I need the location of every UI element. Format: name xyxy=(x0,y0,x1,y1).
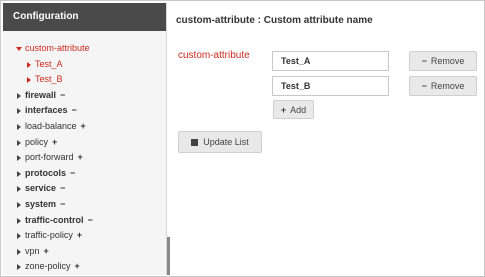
tree-item-vpn[interactable]: vpn + xyxy=(3,244,166,260)
expand-plus-icon[interactable]: + xyxy=(75,261,80,271)
expand-plus-icon[interactable]: + xyxy=(78,152,83,162)
caret-right-icon[interactable] xyxy=(17,92,21,99)
tree-item-label: interfaces xyxy=(25,105,68,116)
caret-right-icon[interactable] xyxy=(17,170,21,177)
collapse-minus-icon[interactable]: − xyxy=(60,90,65,100)
remove-label: Remove xyxy=(430,81,465,91)
tree-item-system[interactable]: system − xyxy=(3,197,166,213)
update-list-button[interactable]: Update List xyxy=(178,131,262,153)
collapse-minus-icon[interactable]: − xyxy=(72,105,77,115)
tree-item-label: load-balance xyxy=(25,120,77,131)
tree-item-test-b[interactable]: Test_B xyxy=(3,72,166,88)
caret-right-icon[interactable] xyxy=(17,123,21,130)
caret-right-icon[interactable] xyxy=(17,248,21,255)
tree-item-interfaces[interactable]: interfaces − xyxy=(3,103,166,119)
tree-item-zone-policy[interactable]: zone-policy + xyxy=(3,259,166,275)
tree-item-label: traffic-control xyxy=(25,214,84,225)
remove-test-a-button[interactable]: − Remove xyxy=(409,51,477,71)
add-button[interactable]: + Add xyxy=(273,100,314,119)
plus-icon: + xyxy=(280,105,287,115)
add-label: Add xyxy=(290,105,307,115)
tree-item-label: service xyxy=(25,183,57,194)
caret-right-icon[interactable] xyxy=(17,201,21,208)
remove-label: Remove xyxy=(430,56,465,66)
tree-item-traffic-policy[interactable]: traffic-policy + xyxy=(3,228,166,244)
tree-item-port-forward[interactable]: port-forward + xyxy=(3,150,166,166)
tree-item-service[interactable]: service − xyxy=(3,181,166,197)
caret-right-icon[interactable] xyxy=(17,217,21,224)
app-window: Configuration custom-attribute Test_A Test… xyxy=(0,0,485,277)
caret-right-icon[interactable] xyxy=(27,61,31,68)
tree-item-policy[interactable]: policy + xyxy=(3,135,166,151)
tree-item-test-a[interactable]: Test_A xyxy=(3,57,166,73)
save-icon xyxy=(191,139,199,146)
tree-item-label: custom-attribute xyxy=(25,43,90,53)
tree-item-label: Test_A xyxy=(35,58,63,69)
caret-right-icon[interactable] xyxy=(17,155,21,162)
main-panel: custom-attribute : Custom attribute name… xyxy=(176,3,482,275)
collapse-minus-icon[interactable]: − xyxy=(60,199,65,209)
sidebar-title: Configuration xyxy=(3,3,166,31)
sidebar-scrollbar[interactable] xyxy=(167,237,170,275)
collapse-minus-icon[interactable]: − xyxy=(88,215,93,225)
expand-plus-icon[interactable]: + xyxy=(81,121,86,131)
tree-item-label: Test_B xyxy=(35,74,63,85)
minus-icon: − xyxy=(421,81,427,91)
page-title: custom-attribute : Custom attribute name xyxy=(176,15,373,26)
caret-right-icon[interactable] xyxy=(17,139,21,146)
tree-item-load-balance[interactable]: load-balance + xyxy=(3,119,166,135)
caret-right-icon[interactable] xyxy=(17,108,21,115)
tree-item-label: policy xyxy=(25,136,49,147)
value-field-test-a[interactable]: Test_A xyxy=(272,51,389,71)
configuration-sidebar: Configuration custom-attribute Test_A Test… xyxy=(3,3,167,275)
config-tree: custom-attribute Test_A Test_B firewall − int… xyxy=(3,31,166,275)
tree-item-label: traffic-policy xyxy=(25,230,73,241)
tree-item-label: zone-policy xyxy=(25,261,71,272)
collapse-minus-icon[interactable]: − xyxy=(70,168,75,178)
tree-item-label: vpn xyxy=(25,245,40,256)
value-field-test-b[interactable]: Test_B xyxy=(272,76,389,96)
expand-plus-icon[interactable]: + xyxy=(44,246,49,256)
minus-icon: − xyxy=(421,56,427,66)
collapse-minus-icon[interactable]: − xyxy=(60,183,65,193)
tree-item-label: protocols xyxy=(25,167,67,178)
tree-item-traffic-control[interactable]: traffic-control − xyxy=(3,213,166,229)
tree-item-custom-attribute[interactable]: custom-attribute xyxy=(3,41,166,57)
tree-item-label: port-forward xyxy=(25,152,74,163)
tree-item-label: firewall xyxy=(25,89,57,100)
expand-plus-icon[interactable]: + xyxy=(52,137,57,147)
caret-right-icon[interactable] xyxy=(17,186,21,193)
caret-right-icon[interactable] xyxy=(17,233,21,240)
update-label: Update List xyxy=(203,137,249,147)
tree-item-label: system xyxy=(25,198,57,209)
attribute-label: custom-attribute xyxy=(178,50,250,61)
tree-item-protocols[interactable]: protocols − xyxy=(3,166,166,182)
caret-right-icon[interactable] xyxy=(17,264,21,271)
caret-down-icon[interactable] xyxy=(16,47,22,51)
caret-right-icon[interactable] xyxy=(27,77,31,84)
expand-plus-icon[interactable]: + xyxy=(77,230,82,240)
remove-test-b-button[interactable]: − Remove xyxy=(409,76,477,96)
tree-item-firewall[interactable]: firewall − xyxy=(3,88,166,104)
